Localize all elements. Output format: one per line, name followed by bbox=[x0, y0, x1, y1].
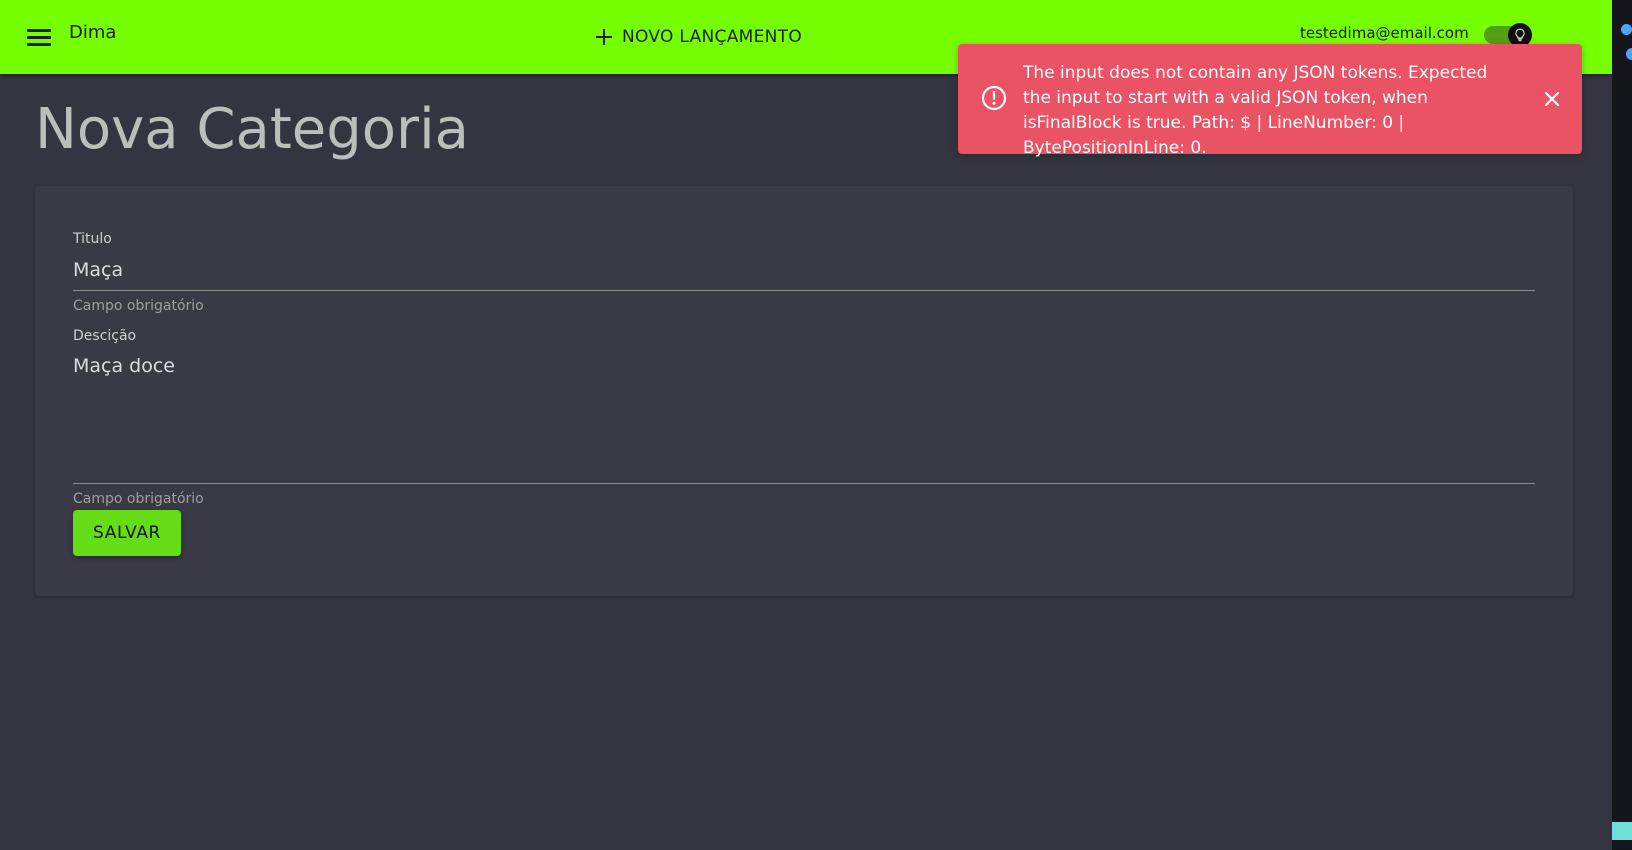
menu-icon-line bbox=[27, 36, 51, 39]
category-form-card: Titulo Maça Campo obrigatório Descição M… bbox=[35, 186, 1573, 596]
menu-button[interactable] bbox=[22, 20, 56, 54]
description-helper: Campo obrigatório bbox=[73, 491, 204, 507]
info-icon bbox=[1621, 24, 1632, 35]
new-entry-button[interactable]: NOVO LANÇAMENTO bbox=[596, 20, 802, 54]
plus-icon bbox=[596, 29, 612, 45]
description-field-label: Descição bbox=[73, 328, 137, 344]
title-helper: Campo obrigatório bbox=[73, 298, 204, 314]
page-title: Nova Categoria bbox=[35, 97, 469, 162]
description-textarea[interactable]: Maça doce bbox=[73, 355, 175, 377]
side-panel-indicator-icon bbox=[1626, 48, 1632, 60]
menu-icon-line bbox=[27, 43, 51, 46]
close-icon[interactable] bbox=[1542, 89, 1562, 109]
brand-title: Dima bbox=[69, 22, 117, 43]
app-root: Dima NOVO LANÇAMENTO testedima@email.com… bbox=[0, 0, 1612, 850]
title-input[interactable]: Maça bbox=[73, 259, 123, 281]
error-alert: The input does not contain any JSON toke… bbox=[958, 44, 1582, 158]
title-underline bbox=[73, 290, 1535, 291]
save-button[interactable]: SALVAR bbox=[73, 510, 181, 556]
user-email: testedima@email.com bbox=[1300, 24, 1469, 42]
lightbulb-icon bbox=[1515, 28, 1525, 42]
description-underline bbox=[73, 483, 1535, 484]
new-entry-label: NOVO LANÇAMENTO bbox=[622, 27, 803, 47]
browser-side-panel bbox=[1612, 0, 1632, 850]
error-message: The input does not contain any JSON toke… bbox=[1023, 63, 1488, 158]
menu-icon bbox=[27, 29, 51, 32]
title-field-label: Titulo bbox=[73, 231, 112, 247]
tool-icon[interactable] bbox=[1612, 822, 1632, 840]
error-icon bbox=[981, 85, 1007, 111]
